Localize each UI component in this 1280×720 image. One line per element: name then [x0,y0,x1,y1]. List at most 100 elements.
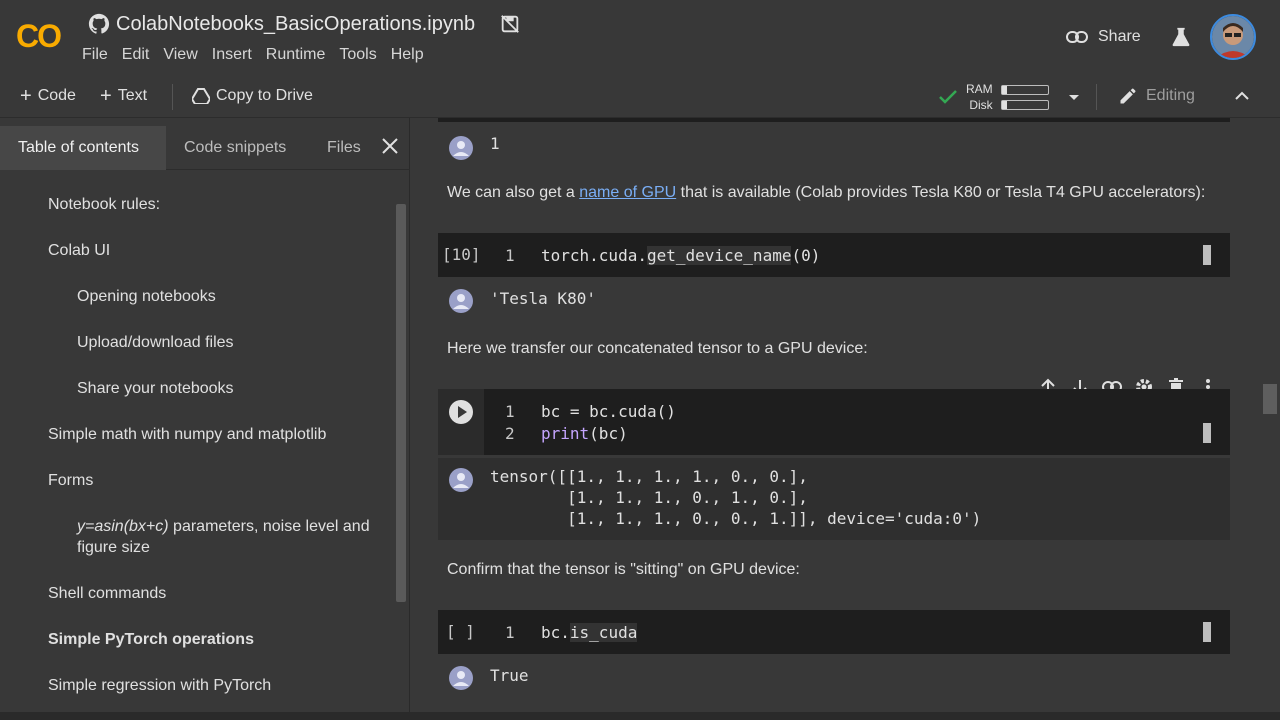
notebook-scrollbar[interactable] [1263,384,1277,414]
line-number: 1 [505,623,515,642]
sidebar-scrollbar[interactable] [396,204,406,602]
line-number: 1 [505,402,515,421]
share-button[interactable]: Share [1066,22,1141,52]
menu-view[interactable]: View [157,44,203,66]
doc-title-row: ColabNotebooks_BasicOperations.ipynb [88,10,521,38]
menu-file[interactable]: File [76,44,114,66]
toc-item-upload-download[interactable]: Upload/download files [77,332,234,353]
menu-insert[interactable]: Insert [206,44,258,66]
output-text: 'Tesla K80' [490,289,596,308]
tab-files[interactable]: Files [327,118,361,170]
menu-bar: File Edit View Insert Runtime Tools Help [76,44,432,66]
code-line: bc.is_cuda [541,623,638,642]
window-bottom-edge [0,712,1280,720]
collapse-header-icon[interactable] [1232,88,1252,104]
add-text-button[interactable]: + Text [100,76,147,116]
output-text: [1., 1., 1., 0., 1., 0.], [490,488,808,507]
check-icon [939,90,957,104]
code-cell[interactable]: [10] 1 torch.cuda.get_device_name(0) [438,233,1230,277]
output-avatar-icon [449,289,473,313]
user-avatar[interactable] [1210,14,1256,60]
editing-label: Editing [1146,87,1195,104]
flask-icon[interactable] [1170,26,1192,48]
output-text: 1 [490,134,500,153]
code-editor[interactable] [484,389,1230,455]
resource-labels: RAM Disk [966,81,993,113]
output-avatar-icon [449,136,473,160]
toc-text-cont: figure size [77,539,150,556]
menu-tools[interactable]: Tools [333,44,382,66]
toc-item-share-notebooks[interactable]: Share your notebooks [77,378,234,399]
markdown-text: Confirm that the tensor is "sitting" on … [447,561,800,578]
markdown-text: We can also get a name of GPU that is av… [447,184,1205,202]
toc-item-notebook-rules[interactable]: Notebook rules: [48,194,160,215]
copy-to-drive-button[interactable]: Copy to Drive [192,76,313,116]
code-line: bc = bc.cuda() [541,402,676,421]
colab-logo[interactable]: CO [14,14,70,54]
toc-item-shell-commands[interactable]: Shell commands [48,583,166,604]
code-keyword: print [541,424,590,443]
avatar-image [1212,16,1254,58]
md-text: We can also get a [447,184,580,201]
toc-item-pytorch-operations[interactable]: Simple PyTorch operations [48,629,254,650]
ram-label: RAM [966,82,993,96]
cell-scroll-marker [1203,423,1211,443]
close-icon[interactable] [380,136,400,156]
code-token: torch.cuda. [541,246,647,265]
add-code-button[interactable]: + Code [20,76,76,116]
toc-item-colab-ui[interactable]: Colab UI [48,240,110,261]
toc-item-asin-parameters[interactable]: y=asin(bx+c) parameters, noise level and… [77,516,387,558]
sidebar: Table of contents Code snippets Files No… [0,118,410,720]
output-text: True [490,666,529,685]
menu-runtime[interactable]: Runtime [260,44,332,66]
cell-scroll-marker [1203,622,1211,642]
toc-item-opening-notebooks[interactable]: Opening notebooks [77,286,216,307]
code-cell[interactable]: [ ] 1 bc.is_cuda [438,610,1230,654]
menu-help[interactable]: Help [385,44,430,66]
cell-edge [438,118,1230,122]
add-code-label: Code [37,87,76,104]
share-label: Share [1098,28,1141,45]
svg-text:CO: CO [16,18,61,54]
markdown-text: Here we transfer our concatenated tensor… [447,340,868,357]
toc-item-pytorch-regression[interactable]: Simple regression with PyTorch [48,675,271,696]
disk-bar-fill [1001,100,1008,109]
chevron-down-icon[interactable] [1063,89,1085,105]
disk-label: Disk [969,98,993,112]
md-text: that is available (Colab provides Tesla … [676,184,1206,201]
notebook-title[interactable]: ColabNotebooks_BasicOperations.ipynb [116,13,475,36]
tab-table-of-contents[interactable]: Table of contents [18,118,139,170]
toc-item-forms[interactable]: Forms [48,470,93,491]
resource-bars [1000,84,1049,110]
code-token: is_cuda [569,623,638,642]
notebook-area: 1 We can also get a name of GPU that is … [411,118,1280,720]
link-icon [1066,31,1088,43]
code-token: get_device_name [646,246,792,265]
copy-to-drive-label: Copy to Drive [216,87,313,104]
execution-count: [ ] [446,622,475,641]
code-cell-selected[interactable]: 1 bc = bc.cuda() 2 print(bc) [438,389,1230,455]
github-icon [88,13,110,34]
code-token: (bc) [589,424,628,443]
editing-mode-button[interactable]: Editing [1118,84,1195,108]
drive-icon [192,88,210,104]
toc-item-simple-math[interactable]: Simple math with numpy and matplotlib [48,424,326,445]
pencil-icon [1120,88,1136,104]
ram-bar [1000,84,1049,95]
add-text-label: Text [117,87,148,104]
tab-code-snippets[interactable]: Code snippets [184,118,286,170]
no-save-icon [501,15,520,33]
sidebar-tabs: Table of contents Code snippets Files [0,118,410,170]
cell-scroll-marker [1203,245,1211,265]
code-token: bc. [541,623,570,642]
runtime-resources[interactable]: RAM Disk [938,80,1085,114]
run-cell-icon[interactable] [448,399,474,425]
output-avatar-icon [449,468,473,492]
line-number: 1 [505,246,515,265]
menu-edit[interactable]: Edit [116,44,156,66]
gpu-name-link[interactable]: name of GPU [579,184,676,201]
code-line: torch.cuda.get_device_name(0) [541,246,820,265]
plus-icon: + [100,84,112,107]
output-avatar-icon [449,666,473,690]
plus-icon: + [20,84,32,107]
